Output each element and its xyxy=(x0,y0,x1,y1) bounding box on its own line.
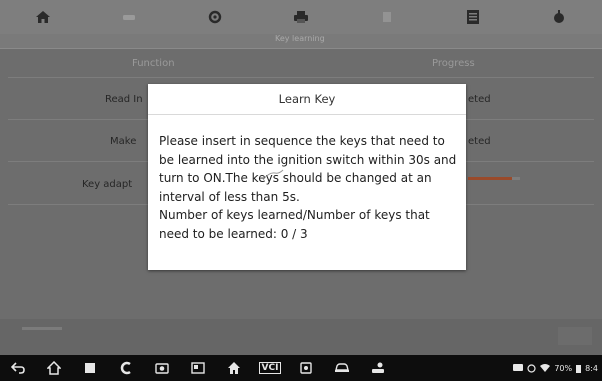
vehicle-button[interactable] xyxy=(86,0,172,34)
nav-browser-button[interactable] xyxy=(108,355,144,381)
footer-bar xyxy=(0,319,602,355)
home-icon xyxy=(36,11,50,23)
status-area: 70% 8:4 xyxy=(513,363,598,373)
key-adapt-progress-bar xyxy=(468,177,520,180)
browser-icon xyxy=(120,361,131,375)
footer-button[interactable] xyxy=(558,327,592,345)
settings-icon xyxy=(208,10,222,24)
dialog-divider xyxy=(148,114,466,115)
table-row-status: eted xyxy=(468,136,491,147)
camera-icon xyxy=(155,363,169,374)
dialog-key-counter: Number of keys learned/Number of keys th… xyxy=(159,208,430,241)
help-button[interactable] xyxy=(344,0,430,34)
save-button[interactable] xyxy=(430,0,516,34)
back-icon xyxy=(11,362,25,374)
vci-icon: VCI xyxy=(258,362,282,374)
table-row-label: Key adapt xyxy=(82,179,133,190)
table-row-label: Make xyxy=(110,136,137,147)
battery-level: 70% xyxy=(554,363,573,373)
car-icon xyxy=(335,363,349,372)
progress-fill xyxy=(468,177,513,180)
house-icon xyxy=(228,362,240,374)
vehicle-icon xyxy=(123,15,135,20)
nav-user-car-button[interactable] xyxy=(360,355,396,381)
exit-icon xyxy=(554,10,564,23)
progress-column-header: Progress xyxy=(432,58,475,69)
recent-apps-icon xyxy=(85,363,95,373)
print-button[interactable] xyxy=(258,0,344,34)
battery-icon xyxy=(576,364,582,373)
dialog-body: Please insert in sequence the keys that … xyxy=(159,132,459,243)
home-button[interactable] xyxy=(0,0,86,34)
nav-display-button[interactable] xyxy=(180,355,216,381)
exit-button[interactable] xyxy=(516,0,602,34)
user-car-icon xyxy=(372,362,384,373)
system-nav-bar: VCI 70% 8:4 xyxy=(0,355,602,381)
print-icon xyxy=(294,11,308,23)
screen: Key learning Function Progress Read In e… xyxy=(0,0,602,381)
nav-back-button[interactable] xyxy=(0,355,36,381)
footer-hint xyxy=(22,327,62,330)
table-row-status: eted xyxy=(468,94,491,105)
nav-camera-button[interactable] xyxy=(144,355,180,381)
notification-icon xyxy=(527,363,536,373)
nav-car-button[interactable] xyxy=(324,355,360,381)
wifi-icon xyxy=(540,363,551,372)
dialog-title: Learn Key xyxy=(278,92,336,106)
nav-vci-button[interactable]: VCI xyxy=(252,355,288,381)
top-toolbar xyxy=(0,0,602,34)
clock: 8:4 xyxy=(585,363,598,373)
settings-button[interactable] xyxy=(172,0,258,34)
nav-home-button[interactable] xyxy=(36,355,72,381)
vehicle-icon xyxy=(300,362,312,374)
save-icon xyxy=(467,10,479,24)
chat-icon xyxy=(513,363,524,371)
function-column-header: Function xyxy=(132,58,175,69)
nav-house-button[interactable] xyxy=(216,355,252,381)
dialog-message: Please insert in sequence the keys that … xyxy=(159,134,457,204)
learn-key-dialog: Learn Key Please insert in sequence the … xyxy=(148,84,466,270)
table-row-label: Read In xyxy=(105,94,143,105)
sub-header: Key learning xyxy=(0,34,602,49)
key-learning-tab[interactable]: Key learning xyxy=(275,34,325,43)
home-icon xyxy=(47,361,61,375)
display-icon xyxy=(191,362,205,374)
help-icon xyxy=(383,12,391,22)
nav-vehicle-button[interactable] xyxy=(288,355,324,381)
pen-mark xyxy=(262,169,284,181)
row-divider xyxy=(8,77,594,78)
nav-recent-button[interactable] xyxy=(72,355,108,381)
